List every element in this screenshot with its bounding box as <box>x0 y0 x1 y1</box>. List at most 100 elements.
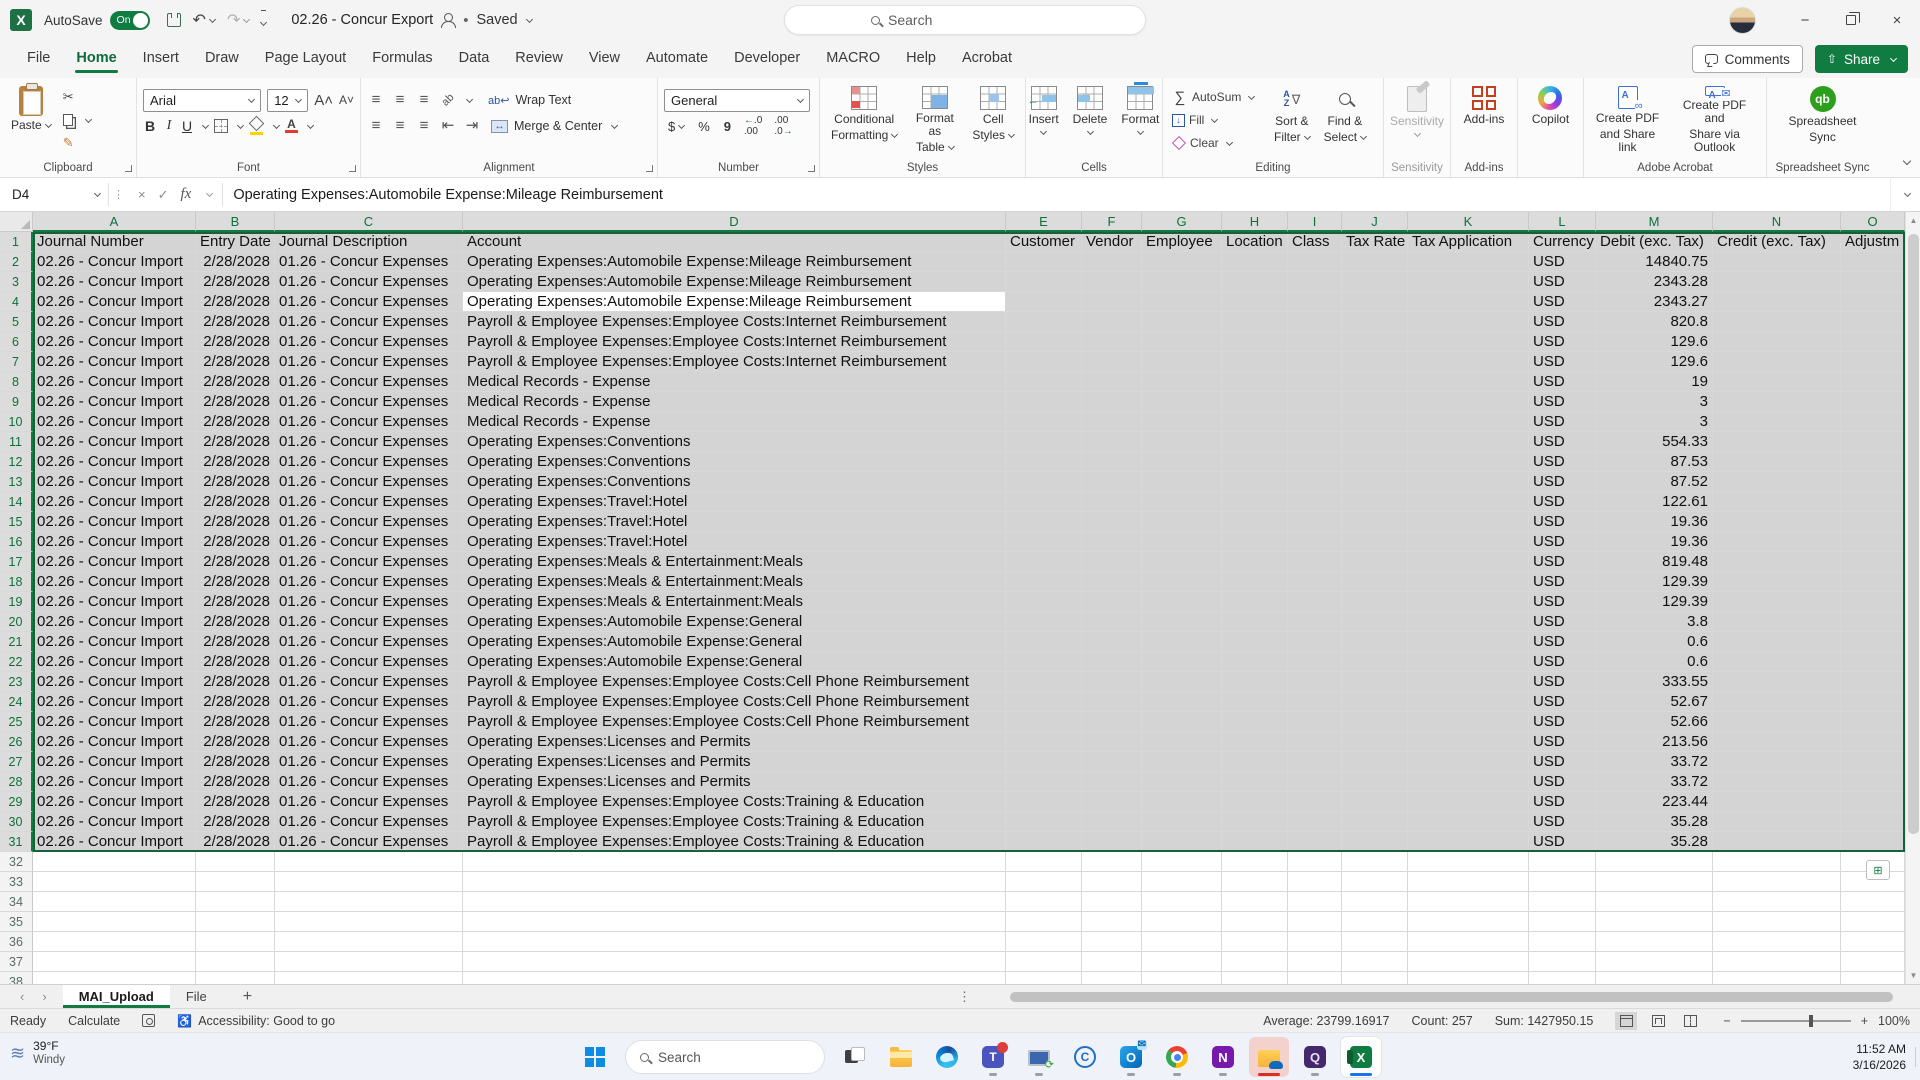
cell-H2[interactable] <box>1222 252 1288 272</box>
paste-button[interactable]: Paste <box>6 84 56 156</box>
normal-view-button[interactable] <box>1615 1012 1637 1030</box>
cell-K20[interactable] <box>1408 612 1529 632</box>
cell-C20[interactable]: 01.26 - Concur Expenses <box>275 612 463 632</box>
cell-O34[interactable] <box>1841 892 1905 912</box>
cell-D25[interactable]: Payroll & Employee Expenses:Employee Cos… <box>463 712 1006 732</box>
cell-E38[interactable] <box>1006 972 1082 984</box>
cell-M34[interactable] <box>1596 892 1713 912</box>
cell-K36[interactable] <box>1408 932 1529 952</box>
cell-F27[interactable] <box>1082 752 1142 772</box>
cell-K2[interactable] <box>1408 252 1529 272</box>
cell-L18[interactable]: USD <box>1529 572 1596 592</box>
cell-N23[interactable] <box>1713 672 1841 692</box>
cell-G12[interactable] <box>1142 452 1222 472</box>
cell-A17[interactable]: 02.26 - Concur Import <box>33 552 196 572</box>
cell-N33[interactable] <box>1713 872 1841 892</box>
cell-D24[interactable]: Payroll & Employee Expenses:Employee Cos… <box>463 692 1006 712</box>
cell-H15[interactable] <box>1222 512 1288 532</box>
cell-A35[interactable] <box>33 912 196 932</box>
excel-app-icon[interactable]: X <box>10 9 32 31</box>
edge-icon[interactable] <box>927 1037 967 1077</box>
cell-O35[interactable] <box>1841 912 1905 932</box>
cell-O38[interactable] <box>1841 972 1905 984</box>
percent-style-button[interactable]: % <box>694 119 714 134</box>
cell-H25[interactable] <box>1222 712 1288 732</box>
cell-M12[interactable]: 87.53 <box>1596 452 1713 472</box>
row-header-22[interactable]: 22 <box>0 652 33 672</box>
cell-E6[interactable] <box>1006 332 1082 352</box>
cell-K17[interactable] <box>1408 552 1529 572</box>
cell-J37[interactable] <box>1342 952 1408 972</box>
cell-F23[interactable] <box>1082 672 1142 692</box>
cell-N37[interactable] <box>1713 952 1841 972</box>
row-header-35[interactable]: 35 <box>0 912 33 932</box>
cell-L14[interactable]: USD <box>1529 492 1596 512</box>
cell-B11[interactable]: 2/28/2028 <box>196 432 275 452</box>
cell-O29[interactable] <box>1841 792 1905 812</box>
insert-function-button[interactable]: fx <box>181 186 192 203</box>
cell-C11[interactable]: 01.26 - Concur Expenses <box>275 432 463 452</box>
cell-H24[interactable] <box>1222 692 1288 712</box>
cell-F12[interactable] <box>1082 452 1142 472</box>
cell-C38[interactable] <box>275 972 463 984</box>
cell-F2[interactable] <box>1082 252 1142 272</box>
cell-N14[interactable] <box>1713 492 1841 512</box>
onenote-icon[interactable]: N <box>1203 1037 1243 1077</box>
cell-F24[interactable] <box>1082 692 1142 712</box>
row-header-31[interactable]: 31 <box>0 832 33 852</box>
cell-K4[interactable] <box>1408 292 1529 312</box>
cell-N32[interactable] <box>1713 852 1841 872</box>
align-middle-button[interactable]: ≡ <box>391 93 409 107</box>
cell-C30[interactable]: 01.26 - Concur Expenses <box>275 812 463 832</box>
cell-B34[interactable] <box>196 892 275 912</box>
align-top-button[interactable]: ≡ <box>367 93 385 107</box>
cell-F17[interactable] <box>1082 552 1142 572</box>
cell-B13[interactable]: 2/28/2028 <box>196 472 275 492</box>
cell-H30[interactable] <box>1222 812 1288 832</box>
cell-G26[interactable] <box>1142 732 1222 752</box>
row-header-36[interactable]: 36 <box>0 932 33 952</box>
cell-B14[interactable]: 2/28/2028 <box>196 492 275 512</box>
cancel-entry-button[interactable]: × <box>138 187 146 202</box>
cell-D35[interactable] <box>463 912 1006 932</box>
cell-L2[interactable]: USD <box>1529 252 1596 272</box>
cell-O4[interactable] <box>1841 292 1905 312</box>
column-header-E[interactable]: E <box>1006 212 1082 232</box>
font-size-combobox[interactable]: 12 <box>267 89 308 112</box>
cell-N31[interactable] <box>1713 832 1841 852</box>
cell-K29[interactable] <box>1408 792 1529 812</box>
cell-N22[interactable] <box>1713 652 1841 672</box>
ribbon-tab-file[interactable]: File <box>14 42 63 76</box>
cell-M9[interactable]: 3 <box>1596 392 1713 412</box>
cell-I29[interactable] <box>1288 792 1342 812</box>
row-header-11[interactable]: 11 <box>0 432 33 452</box>
cell-D32[interactable] <box>463 852 1006 872</box>
cell-M32[interactable] <box>1596 852 1713 872</box>
share-button[interactable]: ⇧ Share <box>1815 45 1908 73</box>
cell-F8[interactable] <box>1082 372 1142 392</box>
cell-F37[interactable] <box>1082 952 1142 972</box>
cell-G13[interactable] <box>1142 472 1222 492</box>
cell-E36[interactable] <box>1006 932 1082 952</box>
cell-B23[interactable]: 2/28/2028 <box>196 672 275 692</box>
cell-C33[interactable] <box>275 872 463 892</box>
cell-G1[interactable]: Employee <box>1142 232 1222 252</box>
row-header-1[interactable]: 1 <box>0 232 33 252</box>
active-cell-D4[interactable]: Operating Expenses:Automobile Expense:Mi… <box>463 292 1006 312</box>
cell-F15[interactable] <box>1082 512 1142 532</box>
cell-K10[interactable] <box>1408 412 1529 432</box>
cell-O13[interactable] <box>1841 472 1905 492</box>
titlebar-search[interactable]: Search <box>784 5 1146 35</box>
cell-M29[interactable]: 223.44 <box>1596 792 1713 812</box>
cell-C14[interactable]: 01.26 - Concur Expenses <box>275 492 463 512</box>
cell-F25[interactable] <box>1082 712 1142 732</box>
cut-button[interactable]: ✂ <box>60 86 94 108</box>
cell-N7[interactable] <box>1713 352 1841 372</box>
cell-D16[interactable]: Operating Expenses:Travel:Hotel <box>463 532 1006 552</box>
cell-B24[interactable]: 2/28/2028 <box>196 692 275 712</box>
cell-K30[interactable] <box>1408 812 1529 832</box>
cell-D23[interactable]: Payroll & Employee Expenses:Employee Cos… <box>463 672 1006 692</box>
cell-H32[interactable] <box>1222 852 1288 872</box>
row-header-5[interactable]: 5 <box>0 312 33 332</box>
ribbon-tab-automate[interactable]: Automate <box>633 42 721 76</box>
